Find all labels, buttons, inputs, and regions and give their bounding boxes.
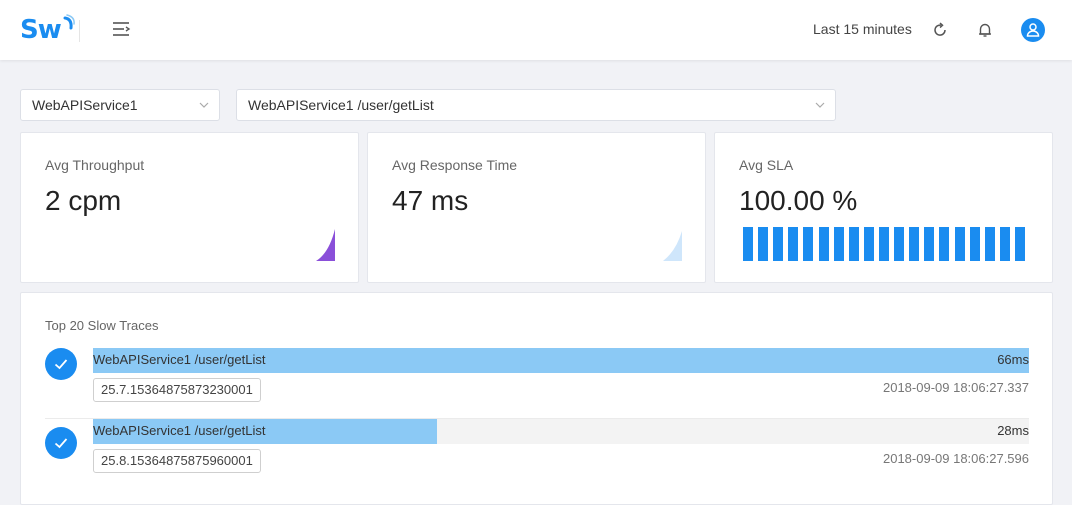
sla-bar bbox=[894, 227, 905, 261]
sla-bar bbox=[969, 227, 980, 261]
top-header: Sw Last 15 minutes bbox=[0, 0, 1072, 60]
trace-status-button[interactable] bbox=[45, 427, 77, 459]
sla-bar bbox=[848, 227, 859, 261]
sla-bar bbox=[984, 227, 995, 261]
refresh-icon bbox=[934, 22, 946, 36]
chevron-down-icon bbox=[199, 102, 209, 108]
trace-id-link[interactable]: 25.7.15364875873230001 bbox=[93, 378, 261, 402]
sla-bar bbox=[878, 227, 889, 261]
trace-status-button[interactable] bbox=[45, 348, 77, 380]
throughput-sparkline bbox=[316, 229, 335, 261]
panel-title: Top 20 Slow Traces bbox=[45, 318, 159, 333]
menu-icon bbox=[113, 22, 131, 36]
notifications-button[interactable] bbox=[976, 21, 994, 39]
throughput-card: Avg Throughput 2 cpm bbox=[20, 132, 359, 283]
refresh-button[interactable] bbox=[931, 21, 949, 39]
trace-endpoint: WebAPIService1 /user/getList bbox=[93, 352, 266, 367]
endpoint-select-value: WebAPIService1 /user/getList bbox=[248, 97, 434, 113]
slow-traces-panel: Top 20 Slow Traces WebAPIService1 /user/… bbox=[20, 292, 1053, 505]
sla-card: Avg SLA 100.00 % bbox=[714, 132, 1053, 283]
header-divider bbox=[79, 20, 80, 42]
menu-toggle-button[interactable] bbox=[110, 18, 132, 40]
service-select[interactable]: WebAPIService1 bbox=[20, 89, 220, 121]
time-range-selector[interactable]: Last 15 minutes bbox=[813, 21, 912, 37]
sla-bar bbox=[743, 227, 753, 261]
sla-bar bbox=[803, 227, 814, 261]
sla-bar bbox=[833, 227, 844, 261]
card-value: 100.00 % bbox=[739, 185, 858, 216]
sla-bar bbox=[818, 227, 829, 261]
sla-bar bbox=[758, 227, 769, 261]
check-icon bbox=[54, 438, 68, 449]
user-icon bbox=[1026, 23, 1040, 37]
sla-bar-chart bbox=[743, 227, 1025, 261]
response-time-card: Avg Response Time 47 ms bbox=[367, 132, 706, 283]
chevron-down-icon bbox=[815, 102, 825, 108]
logo-arc-icon bbox=[63, 14, 75, 30]
endpoint-select[interactable]: WebAPIService1 /user/getList bbox=[236, 89, 836, 121]
trace-row[interactable]: WebAPIService1 /user/getList 66ms 25.7.1… bbox=[45, 348, 1029, 410]
card-title: Avg SLA bbox=[739, 157, 794, 173]
sla-bar bbox=[939, 227, 950, 261]
sla-bar bbox=[1014, 227, 1025, 261]
trace-duration: 66ms bbox=[997, 352, 1029, 367]
bell-icon bbox=[979, 23, 991, 37]
trace-timestamp: 2018-09-09 18:06:27.337 bbox=[882, 380, 1029, 395]
trace-endpoint: WebAPIService1 /user/getList bbox=[93, 423, 266, 438]
skywalking-logo[interactable]: Sw bbox=[20, 14, 75, 46]
sla-bar bbox=[909, 227, 920, 261]
trace-duration: 28ms bbox=[997, 423, 1029, 438]
sla-bar bbox=[773, 227, 784, 261]
check-icon bbox=[54, 359, 68, 370]
service-select-value: WebAPIService1 bbox=[32, 97, 138, 113]
sla-bar bbox=[863, 227, 874, 261]
logo-text: Sw bbox=[20, 15, 62, 45]
response-time-sparkline bbox=[663, 231, 682, 261]
sla-bar bbox=[788, 227, 799, 261]
trace-id-link[interactable]: 25.8.15364875875960001 bbox=[93, 449, 261, 473]
sla-bar bbox=[924, 227, 935, 261]
trace-timestamp: 2018-09-09 18:06:27.596 bbox=[882, 451, 1029, 466]
trace-row[interactable]: WebAPIService1 /user/getList 28ms 25.8.1… bbox=[45, 418, 1029, 480]
user-avatar-button[interactable] bbox=[1021, 18, 1045, 42]
sla-bar bbox=[999, 227, 1010, 261]
sla-bar bbox=[954, 227, 965, 261]
